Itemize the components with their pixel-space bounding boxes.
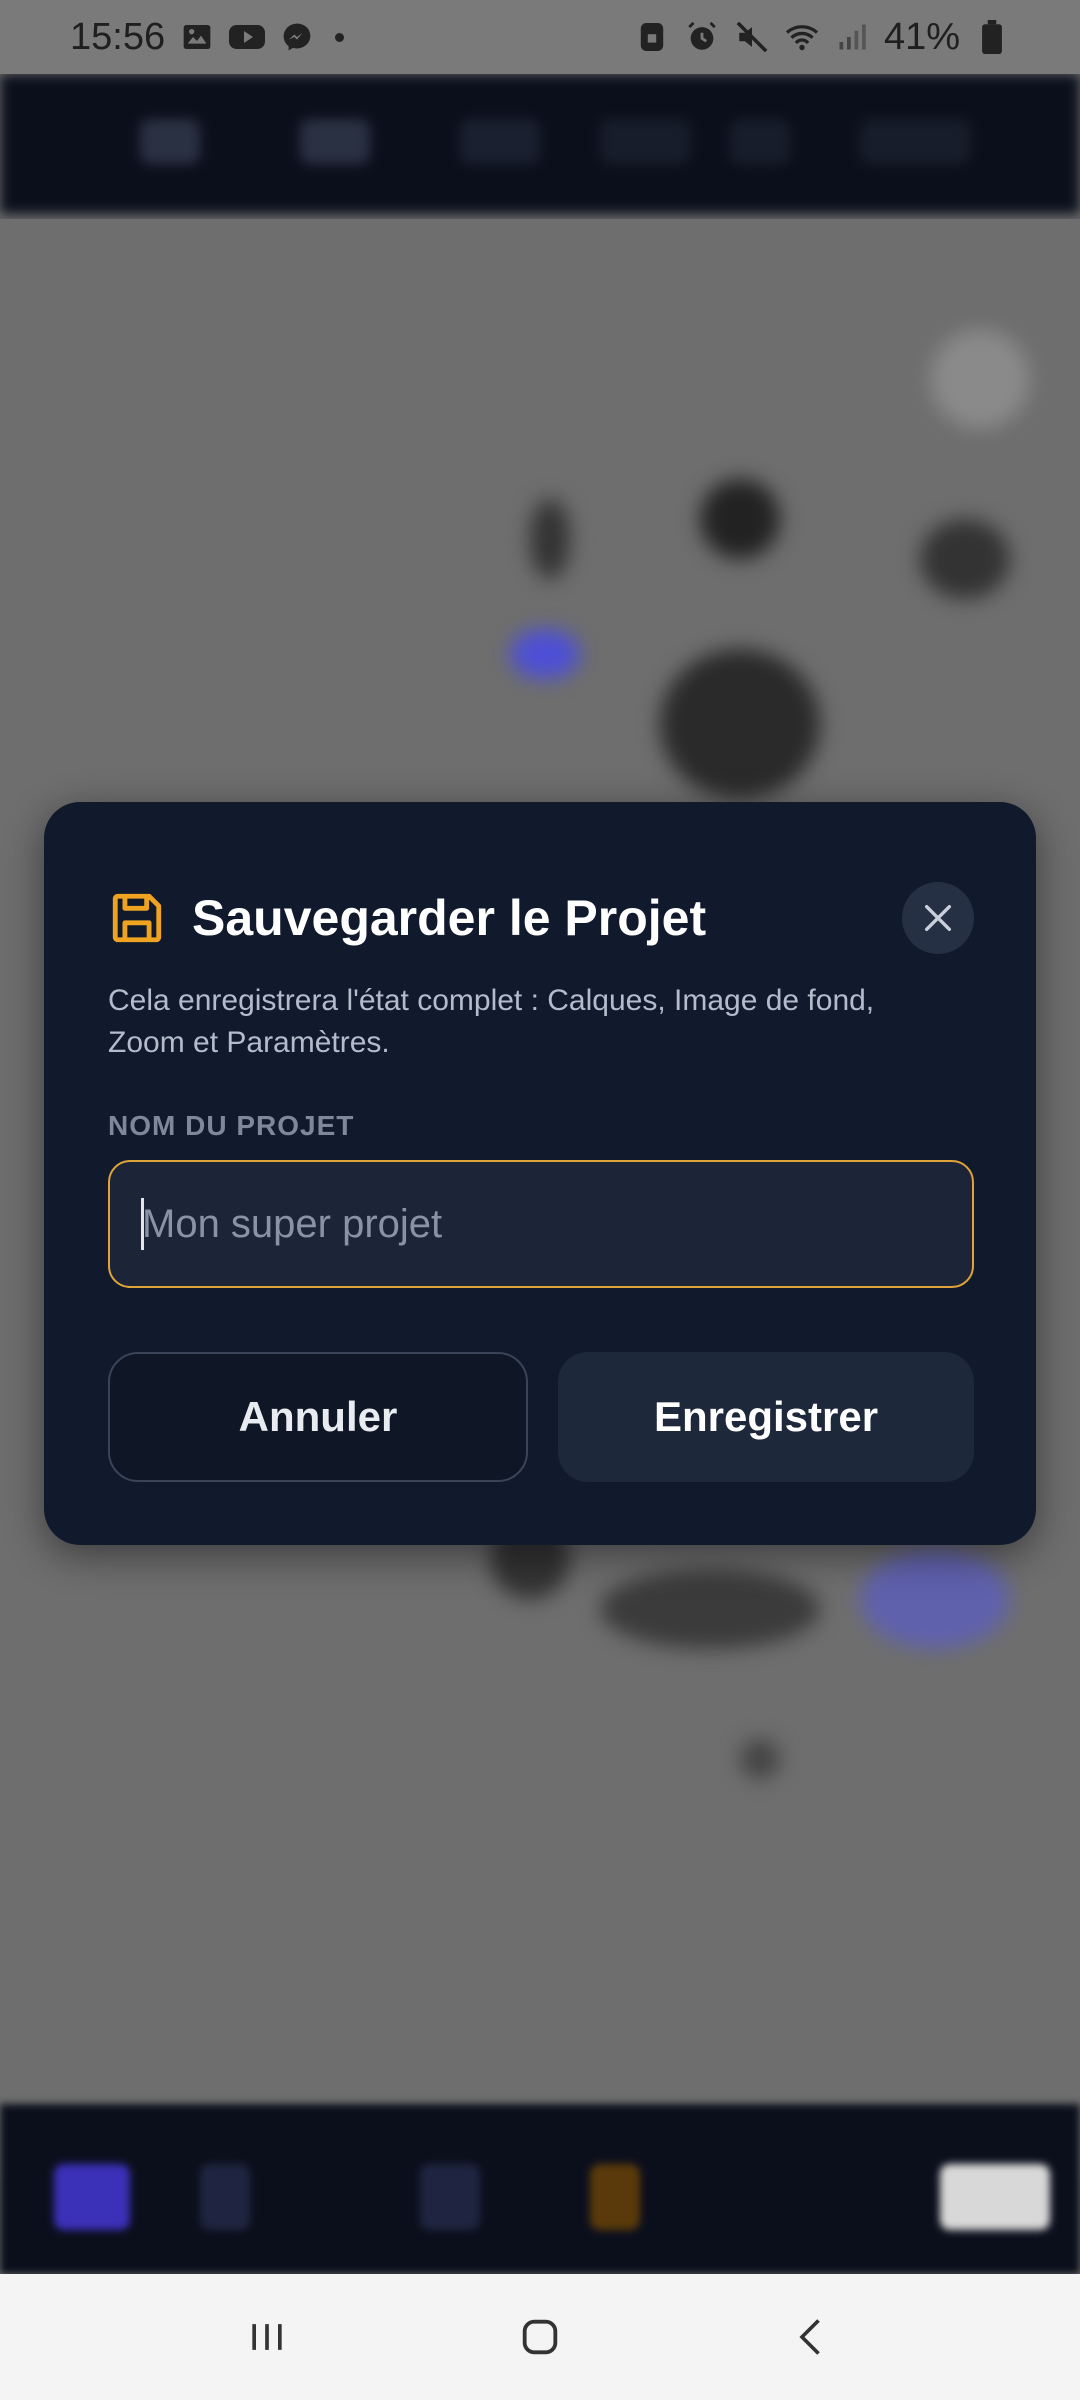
battery-percentage: 41% [883, 15, 960, 58]
wifi-icon [784, 19, 820, 55]
project-name-label: NOM DU PROJET [108, 1110, 355, 1141]
close-button[interactable] [902, 882, 974, 954]
blurred-avatar [930, 329, 1030, 429]
blurred-sketch [660, 649, 820, 799]
youtube-icon [229, 19, 266, 55]
blurred-top-toolbar [0, 74, 1080, 214]
notification-dot [335, 32, 345, 42]
status-time: 15:56 [70, 15, 166, 58]
vpn-lock-icon [634, 19, 670, 55]
status-right: 41% [634, 16, 1010, 59]
blurred-tool [600, 119, 690, 164]
cancel-button[interactable]: Annuler [108, 1352, 528, 1482]
blurred-tool [300, 119, 370, 164]
blurred-tool [940, 2164, 1050, 2230]
blurred-tool [860, 119, 970, 164]
blurred-sketch [600, 1569, 820, 1649]
blurred-tool [730, 119, 790, 164]
blurred-tool [590, 2164, 640, 2230]
blurred-tool [200, 2164, 250, 2230]
text-cursor [141, 1198, 144, 1250]
blurred-sketch [510, 629, 580, 679]
close-icon [924, 904, 952, 932]
save-project-dialog: Sauvegarder le Projet Cela enregistrera … [44, 802, 1036, 1545]
blurred-sketch [700, 479, 780, 559]
floppy-disk-icon [108, 889, 166, 947]
blurred-tool [140, 119, 200, 164]
blurred-bottom-toolbar [0, 2104, 1080, 2274]
save-button[interactable]: Enregistrer [558, 1352, 974, 1482]
status-bar: 15:56 41% [0, 0, 1080, 74]
blurred-sketch [740, 1739, 780, 1779]
blurred-tool [54, 2164, 130, 2230]
status-left: 15:56 [70, 15, 345, 59]
navigation-bar [0, 2274, 1080, 2400]
signal-icon [834, 19, 870, 55]
home-icon [522, 2319, 558, 2355]
blurred-tool [420, 2164, 480, 2230]
blurred-sketch [860, 1549, 1010, 1649]
project-name-input[interactable] [108, 1160, 974, 1288]
alarm-icon [684, 19, 720, 55]
recent-apps-button[interactable] [227, 2297, 307, 2377]
battery-icon [974, 19, 1010, 55]
gallery-icon [179, 19, 215, 55]
blurred-sketch [920, 519, 1010, 599]
blurred-tool [460, 119, 540, 164]
recent-apps-icon [251, 2324, 282, 2350]
mute-icon [734, 19, 770, 55]
dialog-header: Sauvegarder le Projet [108, 872, 974, 964]
dialog-description: Cela enregistrera l'état complet : Calqu… [108, 984, 875, 1059]
messenger-icon [279, 19, 315, 55]
back-icon [799, 2319, 821, 2355]
back-button[interactable] [773, 2297, 853, 2377]
dialog-title: Sauvegarder le Projet [192, 890, 707, 946]
home-button[interactable] [500, 2297, 580, 2377]
blurred-sketch [530, 499, 570, 579]
